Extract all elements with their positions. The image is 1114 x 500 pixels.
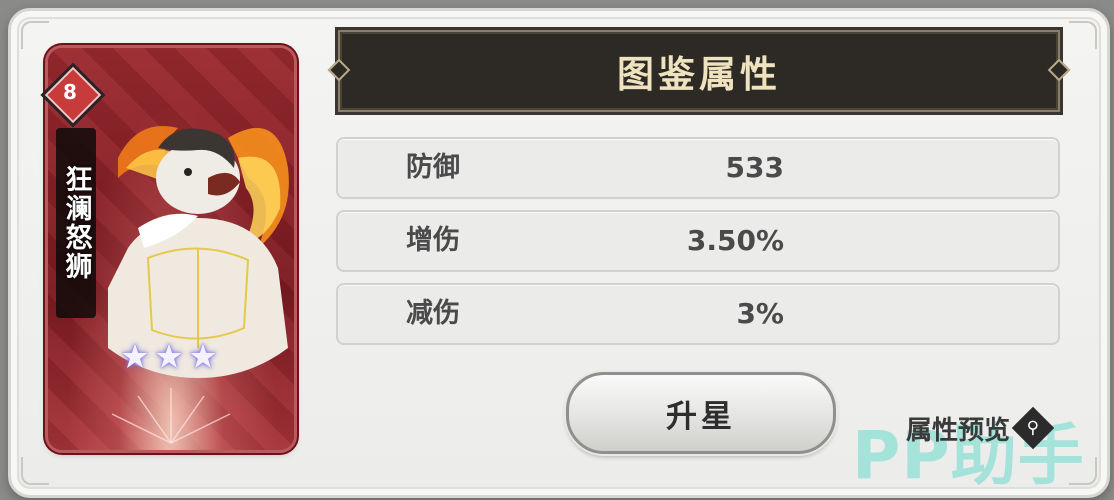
character-name-strip: 狂澜怒狮: [56, 128, 96, 318]
star-rating: ★ ★ ★: [118, 340, 220, 374]
character-name: 狂澜怒狮: [60, 165, 92, 281]
frame-corner-ornament: [1069, 21, 1097, 49]
title-bar: 图鉴属性: [327, 30, 1071, 112]
level-badge: 8: [40, 62, 106, 128]
attribute-row-damage-boost: 增伤 3.50%: [336, 210, 1060, 272]
attribute-row-defense: 防御 533: [336, 137, 1060, 199]
attribute-value: 533: [725, 151, 784, 184]
upgrade-star-button[interactable]: 升星: [566, 372, 836, 454]
frame-corner-ornament: [21, 21, 49, 49]
attribute-label: 减伤: [406, 298, 460, 329]
star-icon: ★: [119, 337, 151, 377]
attribute-value: 3.50%: [686, 224, 784, 257]
attribute-row-damage-reduction: 减伤 3%: [336, 283, 1060, 345]
star-icon: ★: [187, 337, 219, 377]
attribute-label: 防御: [406, 152, 460, 183]
frame-corner-ornament: [21, 457, 49, 485]
search-icon: ⚲: [1011, 406, 1055, 450]
panel-title: 图鉴属性: [617, 53, 781, 96]
attribute-label: 增伤: [406, 225, 460, 256]
attribute-preview-label: 属性预览: [906, 415, 1011, 446]
level-number: 8: [63, 80, 77, 104]
attribute-value: 3%: [736, 297, 784, 330]
star-icon: ★: [153, 337, 185, 377]
attribute-preview-link[interactable]: 属性预览 ⚲: [906, 406, 1055, 450]
